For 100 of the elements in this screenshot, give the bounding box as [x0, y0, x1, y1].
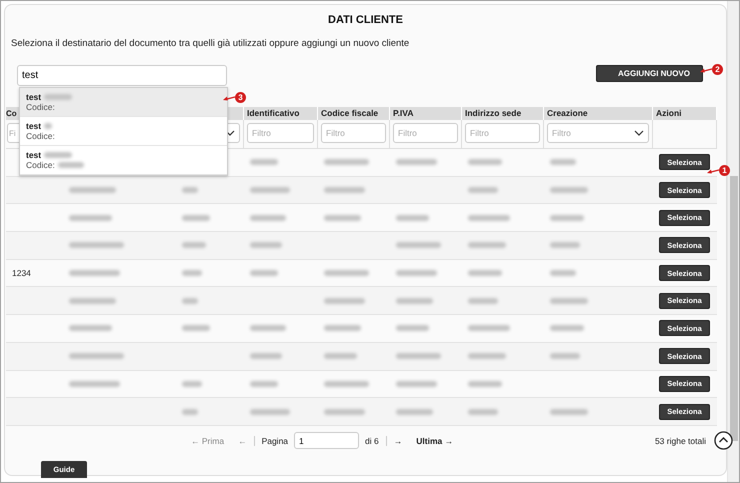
- blurred-text: [396, 298, 433, 304]
- blurred-text: [324, 380, 369, 387]
- column-header: Creazione: [547, 108, 588, 118]
- chevron-icon: [634, 130, 644, 136]
- suggestion-code: Codice:: [26, 131, 55, 141]
- blurred-text: [468, 159, 502, 166]
- blurred-text: [396, 242, 441, 248]
- blurred-text: [324, 353, 357, 360]
- suggestion-code: Codice:: [26, 102, 55, 112]
- blurred-text: [182, 214, 210, 221]
- blurred-text: [250, 159, 278, 166]
- column-header: Azioni: [656, 108, 682, 118]
- callout-arrow: [223, 94, 235, 102]
- suggestion-name: test: [26, 121, 42, 131]
- blurred-text: [396, 353, 441, 360]
- suggestion-item[interactable]: test Codice:: [20, 146, 227, 175]
- table-cell: 1234: [12, 268, 31, 278]
- scroll-top-icon[interactable]: [714, 431, 733, 450]
- first-page-link[interactable]: ← Prima: [191, 436, 224, 446]
- blurred-text: [250, 187, 290, 194]
- chevron-icon: [225, 130, 235, 136]
- column-header: P.IVA: [393, 108, 414, 118]
- suggestion-item[interactable]: test Codice:: [20, 88, 227, 117]
- blurred-text: [468, 242, 506, 248]
- column-header: Identificativo: [247, 108, 300, 118]
- blurred-text: [44, 152, 72, 158]
- blurred-text: [396, 214, 429, 221]
- blurred-text: [69, 380, 120, 387]
- blurred-text: [468, 353, 506, 360]
- blurred-text: [58, 162, 84, 168]
- blurred-text: [182, 270, 202, 276]
- next-page-link[interactable]: →: [394, 436, 402, 446]
- blurred-text: [468, 187, 498, 194]
- blurred-text: [182, 187, 198, 194]
- blurred-text: [69, 242, 124, 248]
- blurred-text: [182, 325, 210, 332]
- blurred-text: [324, 270, 369, 276]
- description-text: Seleziona il destinatario del documento tra quelli già utilizzati oppure aggiungi un nuovo cliente: [11, 38, 410, 49]
- blurred-text: [468, 325, 510, 332]
- column-header: Codice fiscale: [321, 108, 378, 118]
- blurred-text: [182, 408, 198, 415]
- blurred-text: [550, 187, 588, 194]
- page-field[interactable]: 1: [294, 432, 360, 450]
- page-count: di 6: [365, 436, 379, 446]
- row-total: 53 righe totali: [654, 436, 706, 446]
- blurred-text: [250, 325, 286, 332]
- blurred-text: [250, 214, 286, 221]
- suggestion-name: test: [26, 150, 42, 160]
- blurred-text: [396, 270, 437, 276]
- blurred-text: [250, 353, 282, 360]
- suggestion-name: test: [26, 92, 42, 102]
- blurred-text: [250, 270, 278, 276]
- blurred-text: [468, 380, 502, 387]
- scrollbar[interactable]: [727, 1, 739, 482]
- blurred-text: [550, 214, 584, 221]
- blurred-text: [468, 298, 498, 304]
- section-title: DATI CLIENTE: [327, 14, 404, 26]
- blurred-text: [69, 353, 124, 360]
- blurred-text: [324, 325, 361, 332]
- blurred-text: [69, 270, 120, 276]
- column-header: Indirizzo sede: [465, 108, 522, 118]
- blurred-text: [69, 187, 116, 194]
- blurred-text: [69, 298, 116, 304]
- suggestion-item[interactable]: test Codice:: [20, 117, 227, 146]
- blurred-text: [44, 94, 72, 100]
- suggestion-code: Codice:: [26, 160, 55, 170]
- blurred-text: [324, 298, 365, 304]
- search-field[interactable]: test: [17, 65, 227, 86]
- callout-arrow: [700, 66, 712, 74]
- blurred-text: [182, 298, 198, 304]
- column-header: Co: [6, 109, 17, 118]
- blurred-text: [182, 242, 206, 248]
- blurred-text: [44, 123, 52, 129]
- page-label: Pagina: [262, 436, 288, 446]
- blurred-text: [396, 325, 429, 332]
- callout-arrow: [707, 166, 719, 174]
- blurred-text: [396, 159, 437, 166]
- blurred-text: [182, 380, 202, 387]
- blurred-text: [324, 214, 361, 221]
- blurred-text: [550, 408, 588, 415]
- blurred-text: [550, 159, 576, 166]
- blurred-text: [468, 270, 502, 276]
- previous-page-link[interactable]: ←: [238, 436, 247, 446]
- add-new-button[interactable]: AGGIUNGI NUOVO: [596, 65, 703, 82]
- blurred-text: [324, 159, 369, 166]
- blurred-text: [69, 325, 112, 332]
- blurred-text: [550, 353, 580, 360]
- blurred-text: [69, 214, 112, 221]
- blurred-text: [550, 242, 580, 248]
- blurred-text: [324, 187, 365, 194]
- blurred-text: [250, 242, 282, 248]
- blurred-text: [396, 408, 433, 415]
- blurred-text: [468, 408, 498, 415]
- blurred-text: [324, 408, 365, 415]
- last-page-link[interactable]: Ultima →: [416, 436, 454, 446]
- blurred-text: [550, 270, 576, 276]
- blurred-text: [396, 380, 437, 387]
- blurred-text: [550, 325, 584, 332]
- blurred-text: [250, 408, 290, 415]
- blurred-text: [468, 214, 510, 221]
